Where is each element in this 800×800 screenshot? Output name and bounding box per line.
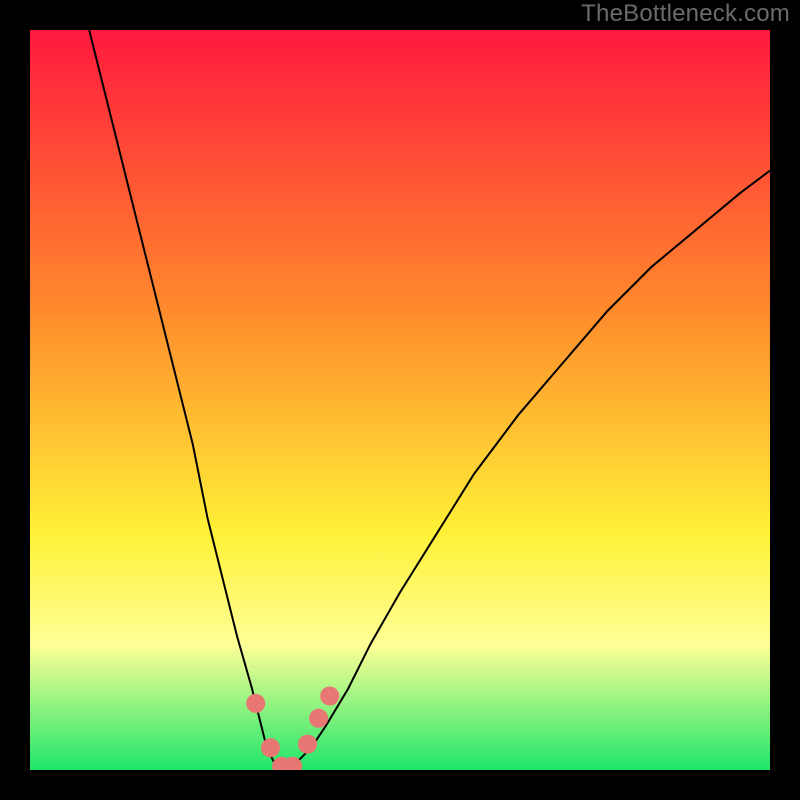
data-marker-6 <box>321 687 339 705</box>
watermark-text: TheBottleneck.com <box>581 0 790 28</box>
gradient-background <box>30 30 770 770</box>
data-marker-5 <box>310 709 328 727</box>
data-marker-3 <box>284 757 302 770</box>
outer-frame: TheBottleneck.com <box>0 0 800 800</box>
plot-area <box>30 30 770 770</box>
data-marker-1 <box>262 739 280 757</box>
bottleneck-chart <box>30 30 770 770</box>
data-marker-4 <box>299 735 317 753</box>
data-marker-0 <box>247 694 265 712</box>
